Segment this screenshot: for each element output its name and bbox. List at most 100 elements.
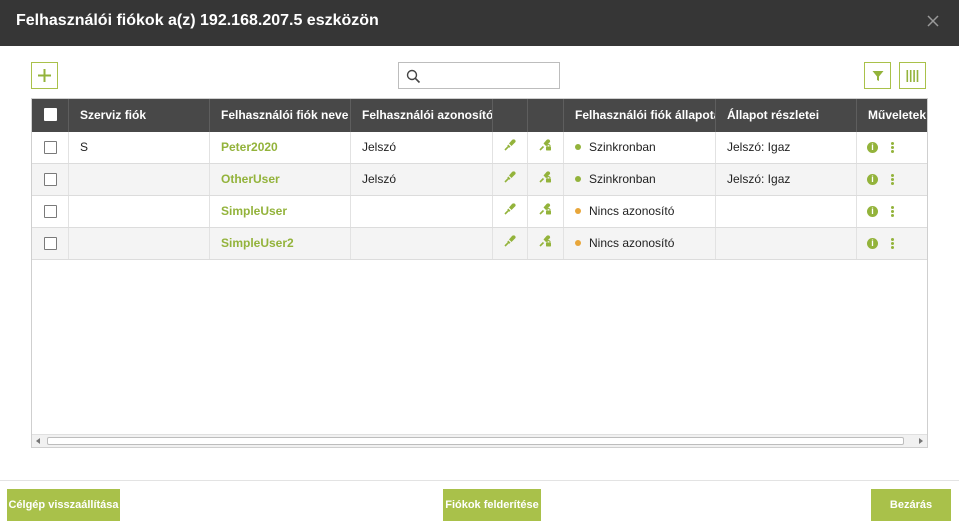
user-accounts-dialog: Felhasználói fiókok a(z) 192.168.207.5 e… — [0, 0, 959, 529]
connect-lock-cell — [528, 196, 564, 227]
connect-cell — [493, 228, 528, 259]
connect-icon[interactable] — [503, 228, 517, 259]
header-select-cell — [32, 99, 69, 132]
filter-button[interactable] — [864, 62, 891, 89]
connect-lock-icon[interactable] — [539, 164, 552, 195]
account-name-link[interactable]: Peter2020 — [221, 140, 278, 154]
column-header-actions: Műveletek — [868, 108, 927, 122]
table-row[interactable]: S Peter2020 Jelszó Szinkronban Jelszó: Igaz i — [32, 132, 927, 164]
row-checkbox[interactable] — [44, 141, 57, 154]
actions-cell: i — [857, 164, 927, 195]
service-account-cell — [69, 164, 210, 195]
status-cell: Nincs azonosító — [564, 228, 716, 259]
column-chooser-button[interactable] — [899, 62, 926, 89]
plus-icon — [38, 69, 51, 82]
kebab-icon[interactable] — [891, 141, 894, 154]
status-dot-icon — [575, 143, 581, 150]
row-checkbox[interactable] — [44, 173, 57, 186]
kebab-icon[interactable] — [891, 237, 894, 250]
status-cell: Nincs azonosító — [564, 196, 716, 227]
service-account-cell — [69, 228, 210, 259]
row-checkbox[interactable] — [44, 237, 57, 250]
connect-icon[interactable] — [503, 196, 517, 227]
status-text: Nincs azonosító — [589, 204, 675, 218]
footer-divider — [0, 480, 959, 481]
table-row[interactable]: OtherUser Jelszó Szinkronban Jelszó: Igaz i — [32, 164, 927, 196]
dialog-title: Felhasználói fiókok a(z) 192.168.207.5 e… — [16, 12, 379, 29]
credentials-cell — [351, 196, 493, 227]
status-details-cell: Jelszó: Igaz — [716, 132, 857, 163]
columns-icon — [906, 69, 919, 82]
account-name-link[interactable]: SimpleUser2 — [221, 236, 294, 250]
connect-lock-cell — [528, 164, 564, 195]
kebab-icon[interactable] — [891, 173, 894, 186]
status-cell: Szinkronban — [564, 132, 716, 163]
column-header-connect — [493, 99, 528, 132]
row-select-cell — [32, 196, 69, 227]
account-name-link[interactable]: OtherUser — [221, 172, 280, 186]
column-header-status-details[interactable]: Állapot részletei — [716, 99, 857, 132]
horizontal-scrollbar[interactable] — [32, 434, 927, 447]
scroll-right-icon[interactable] — [919, 438, 923, 444]
connect-lock-cell — [528, 132, 564, 163]
actions-cell: i — [857, 132, 927, 163]
account-name-cell: OtherUser — [210, 164, 351, 195]
kebab-icon[interactable] — [891, 205, 894, 218]
select-all-checkbox[interactable] — [44, 108, 57, 121]
connect-cell — [493, 196, 528, 227]
account-name-link[interactable]: SimpleUser — [221, 204, 287, 218]
service-account-cell: S — [69, 132, 210, 163]
connect-lock-icon[interactable] — [539, 132, 552, 163]
account-name-cell: Peter2020 — [210, 132, 351, 163]
column-header-status[interactable]: Felhasználói fiók állapota — [564, 99, 716, 132]
row-select-cell — [32, 132, 69, 163]
column-header-account-name[interactable]: Felhasználói fiók neve — [210, 99, 351, 132]
accounts-grid: Szerviz fiók Felhasználói fiók neve Felh… — [31, 98, 928, 448]
close-button[interactable]: Bezárás — [871, 489, 951, 521]
row-select-cell — [32, 228, 69, 259]
info-icon[interactable]: i — [867, 142, 878, 154]
search-input[interactable] — [427, 66, 555, 86]
status-dot-icon — [575, 175, 581, 182]
dialog-titlebar: Felhasználói fiókok a(z) 192.168.207.5 e… — [0, 0, 959, 46]
actions-cell: i — [857, 228, 927, 259]
connect-lock-icon[interactable] — [539, 228, 552, 259]
info-icon[interactable]: i — [867, 238, 878, 250]
scroll-left-icon[interactable] — [36, 438, 40, 444]
scrollbar-thumb[interactable] — [47, 437, 904, 445]
credentials-cell: Jelszó — [351, 132, 493, 163]
row-select-cell — [32, 164, 69, 195]
table-row[interactable]: SimpleUser2 Nincs azonosító i — [32, 228, 927, 260]
filter-icon — [872, 70, 883, 81]
status-text: Nincs azonosító — [589, 236, 675, 250]
status-details-cell — [716, 228, 857, 259]
connect-icon[interactable] — [503, 164, 517, 195]
credentials-cell — [351, 228, 493, 259]
status-details-cell: Jelszó: Igaz — [716, 164, 857, 195]
account-name-cell: SimpleUser — [210, 196, 351, 227]
credentials-cell: Jelszó — [351, 164, 493, 195]
status-dot-icon — [575, 207, 581, 214]
connect-lock-cell — [528, 228, 564, 259]
add-account-button[interactable] — [31, 62, 58, 89]
search-box[interactable] — [398, 62, 560, 89]
restore-target-button[interactable]: Célgép visszaállítása — [7, 489, 120, 521]
info-icon[interactable]: i — [867, 174, 878, 186]
account-name-cell: SimpleUser2 — [210, 228, 351, 259]
service-account-cell — [69, 196, 210, 227]
grid-header: Szerviz fiók Felhasználói fiók neve Felh… — [32, 99, 927, 132]
info-icon[interactable]: i — [867, 206, 878, 218]
status-details-cell — [716, 196, 857, 227]
discover-accounts-button[interactable]: Fiókok felderítése — [443, 489, 541, 521]
status-text: Szinkronban — [589, 140, 656, 154]
status-dot-icon — [575, 239, 581, 246]
column-header-credentials[interactable]: Felhasználói azonosítók — [351, 99, 493, 132]
close-icon[interactable] — [923, 11, 943, 31]
search-icon — [406, 69, 421, 84]
connect-cell — [493, 164, 528, 195]
column-header-service[interactable]: Szerviz fiók — [69, 99, 210, 132]
connect-icon[interactable] — [503, 132, 517, 163]
connect-lock-icon[interactable] — [539, 196, 552, 227]
row-checkbox[interactable] — [44, 205, 57, 218]
table-row[interactable]: SimpleUser Nincs azonosító i — [32, 196, 927, 228]
